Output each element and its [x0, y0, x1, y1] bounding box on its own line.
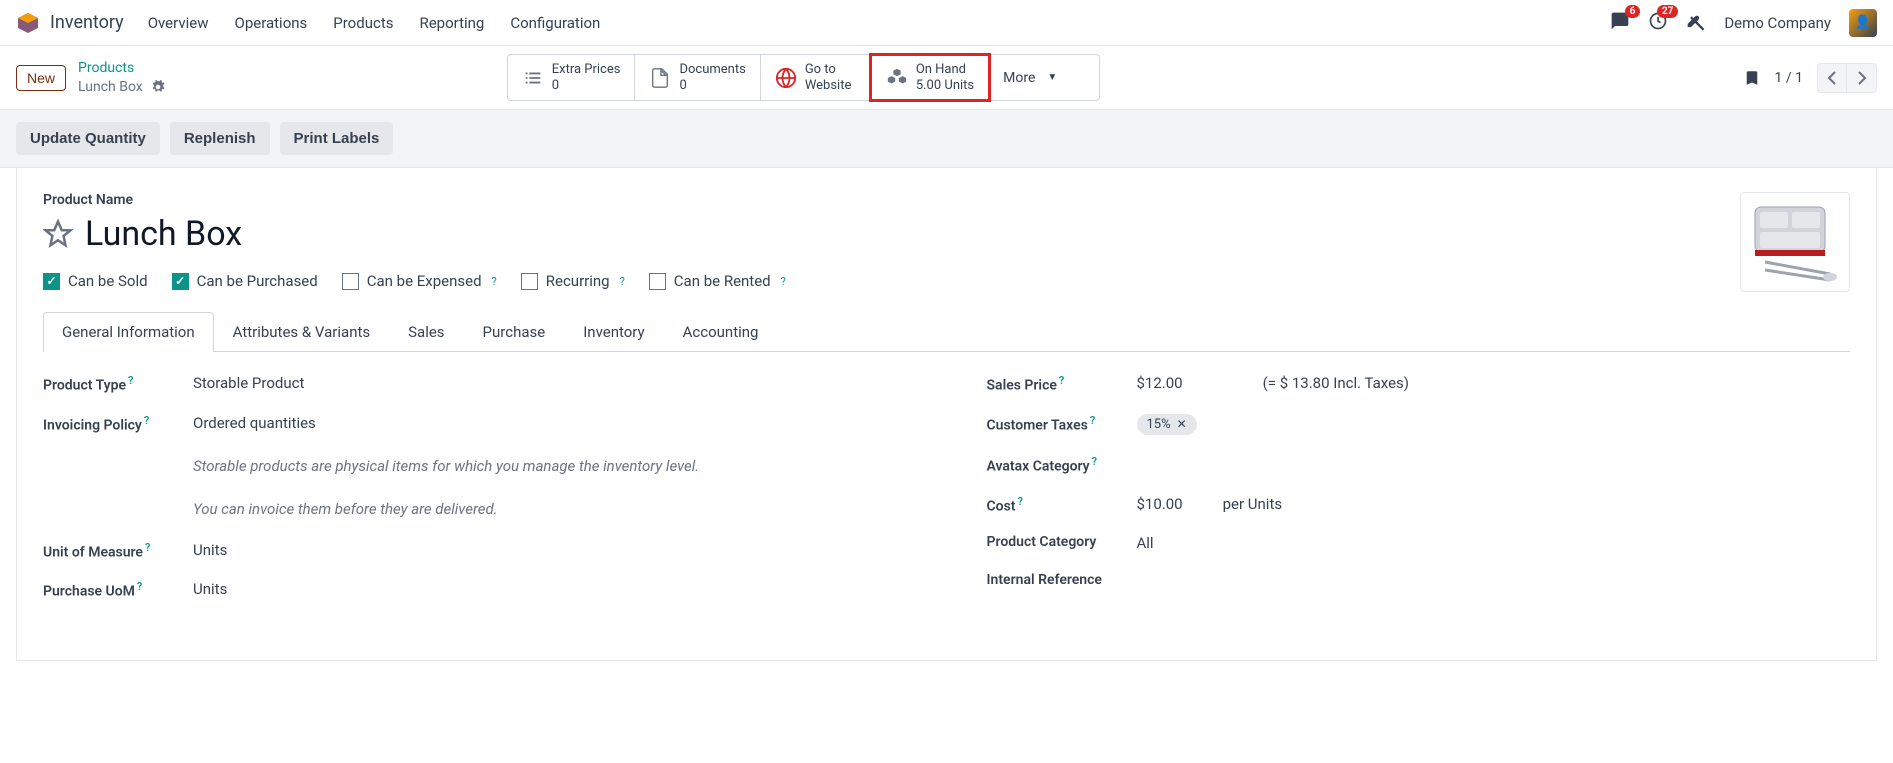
print-labels-button[interactable]: Print Labels [280, 122, 394, 155]
check-recurring[interactable]: Recurring? [521, 272, 625, 290]
remove-tax-icon[interactable]: ✕ [1177, 417, 1187, 431]
stat-extra-prices[interactable]: Extra Prices0 [508, 55, 636, 100]
replenish-button[interactable]: Replenish [170, 122, 270, 155]
app-logo-icon [16, 11, 40, 35]
customer-taxes-label: Customer Taxes [987, 418, 1088, 434]
favorite-star-icon[interactable] [43, 219, 73, 249]
tools-icon[interactable] [1686, 13, 1706, 33]
tab-general-information[interactable]: General Information [43, 312, 214, 352]
nav-products[interactable]: Products [333, 14, 393, 32]
help-icon[interactable]: ? [620, 275, 625, 288]
sales-price-value[interactable]: $12.00 [1137, 374, 1183, 392]
invoicing-policy-label: Invoicing Policy [43, 418, 142, 434]
uom-label: Unit of Measure [43, 544, 143, 560]
help-icon[interactable]: ? [137, 580, 142, 593]
breadcrumb-current: Lunch Box [78, 78, 143, 96]
purchase-uom-value[interactable]: Units [193, 580, 907, 598]
help-icon[interactable]: ? [145, 541, 150, 554]
sales-price-incl: (= $ 13.80 Incl. Taxes) [1263, 374, 1409, 392]
nav-overview[interactable]: Overview [148, 14, 209, 32]
pager-prev[interactable] [1817, 63, 1847, 93]
globe-icon [775, 67, 797, 89]
topbar: Inventory Overview Operations Products R… [0, 0, 1893, 46]
bookmark-icon[interactable] [1743, 69, 1761, 87]
check-can-be-sold[interactable]: Can be Sold [43, 272, 148, 290]
purchase-uom-label: Purchase UoM [43, 584, 135, 600]
help-icon[interactable]: ? [781, 275, 786, 288]
product-category-label: Product Category [987, 534, 1137, 550]
app-title[interactable]: Inventory [50, 12, 124, 33]
caret-down-icon: ▼ [1047, 72, 1057, 83]
tabs: General Information Attributes & Variant… [43, 312, 1850, 352]
nav-reporting[interactable]: Reporting [419, 14, 484, 32]
boxes-icon [886, 67, 908, 89]
document-icon [649, 67, 671, 89]
help-icon[interactable]: ? [128, 374, 133, 387]
stat-website[interactable]: Go toWebsite [761, 55, 871, 100]
tab-accounting[interactable]: Accounting [664, 312, 778, 351]
tab-sales[interactable]: Sales [389, 312, 463, 351]
help-icon[interactable]: ? [1092, 455, 1097, 468]
check-can-be-rented[interactable]: Can be Rented? [649, 272, 786, 290]
tab-purchase[interactable]: Purchase [464, 312, 565, 351]
product-name-label: Product Name [43, 192, 1740, 208]
help-icon[interactable]: ? [144, 414, 149, 427]
internal-reference-label: Internal Reference [987, 572, 1137, 588]
help-icon[interactable]: ? [1059, 374, 1064, 387]
tax-chip[interactable]: 15%✕ [1137, 414, 1197, 435]
help-icon[interactable]: ? [1017, 495, 1022, 508]
sales-price-label: Sales Price [987, 378, 1057, 394]
help-icon[interactable]: ? [1090, 414, 1095, 427]
product-name[interactable]: Lunch Box [85, 214, 242, 254]
pager-next[interactable] [1847, 63, 1877, 93]
messages-icon[interactable]: 6 [1610, 11, 1630, 35]
avatax-category-label: Avatax Category [987, 459, 1090, 475]
cost-value[interactable]: $10.00 [1137, 495, 1183, 513]
hint-text-2: You can invoice them before they are del… [193, 497, 907, 523]
uom-value[interactable]: Units [193, 541, 907, 559]
user-avatar[interactable]: 👤 [1849, 9, 1877, 37]
gear-icon[interactable] [151, 80, 165, 94]
company-name[interactable]: Demo Company [1724, 14, 1831, 32]
product-category-value[interactable]: All [1137, 534, 1851, 552]
new-button[interactable]: New [16, 65, 66, 91]
product-type-label: Product Type [43, 378, 126, 394]
tab-attributes-variants[interactable]: Attributes & Variants [214, 312, 389, 351]
help-icon[interactable]: ? [492, 275, 497, 288]
activities-badge: 27 [1657, 5, 1678, 18]
product-type-value[interactable]: Storable Product [193, 374, 907, 392]
product-image[interactable] [1740, 192, 1850, 292]
stat-on-hand[interactable]: On Hand5.00 Units [869, 53, 991, 102]
nav-operations[interactable]: Operations [235, 14, 308, 32]
nav-configuration[interactable]: Configuration [510, 14, 600, 32]
breadcrumb-parent[interactable]: Products [78, 59, 165, 77]
stat-more[interactable]: More▼ [989, 55, 1099, 100]
invoicing-policy-value[interactable]: Ordered quantities [193, 414, 907, 432]
list-icon [522, 67, 544, 89]
tab-inventory[interactable]: Inventory [564, 312, 663, 351]
stat-buttons: Extra Prices0 Documents0 Go toWebsite On… [507, 54, 1100, 101]
check-can-be-expensed[interactable]: Can be Expensed? [342, 272, 497, 290]
cost-label: Cost [987, 498, 1016, 514]
messages-badge: 6 [1625, 5, 1641, 18]
update-quantity-button[interactable]: Update Quantity [16, 122, 160, 155]
stat-documents[interactable]: Documents0 [635, 55, 760, 100]
breadcrumb: Products Lunch Box [78, 59, 165, 95]
pager-text: 1 / 1 [1775, 70, 1803, 86]
top-nav: Overview Operations Products Reporting C… [148, 14, 601, 32]
activities-icon[interactable]: 27 [1648, 11, 1668, 35]
form-sheet: Product Name Lunch Box Can be Sold Can b… [16, 168, 1877, 661]
hint-text-1: Storable products are physical items for… [193, 454, 907, 480]
action-row: Update Quantity Replenish Print Labels [0, 109, 1893, 168]
check-can-be-purchased[interactable]: Can be Purchased [172, 272, 318, 290]
control-bar: New Products Lunch Box Extra Prices0 Doc… [0, 46, 1893, 109]
cost-unit: per Units [1223, 495, 1283, 513]
